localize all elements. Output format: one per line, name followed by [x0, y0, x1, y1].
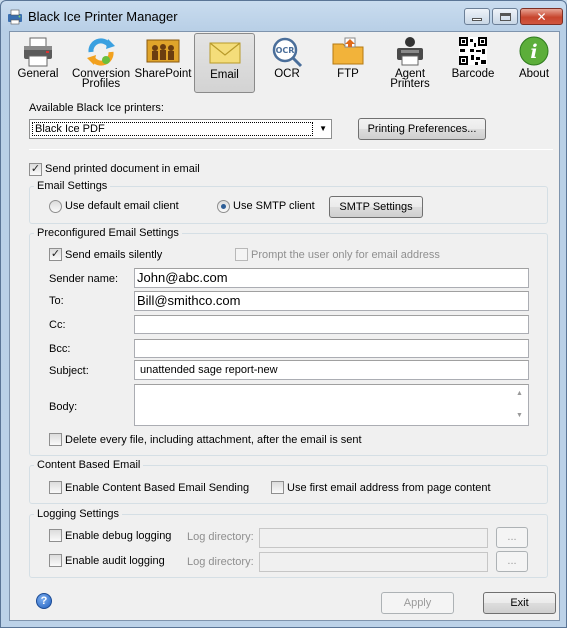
maximize-icon — [499, 12, 511, 21]
first-address-checkbox[interactable] — [271, 481, 284, 494]
svg-text:i: i — [530, 41, 537, 63]
printer-icon — [24, 37, 52, 67]
toolbar-barcode-label: Barcode — [451, 68, 495, 80]
cc-field[interactable] — [134, 315, 529, 334]
first-address-label: Use first email address from page conten… — [287, 482, 491, 494]
toolbar-ftp-label: FTP — [337, 68, 359, 80]
toolbar-general-label: General — [17, 68, 59, 80]
toolbar-conversion-label-2: Profiles — [81, 78, 121, 90]
logging-title: Logging Settings — [34, 508, 122, 520]
toolbar-email-label: Email — [210, 69, 239, 81]
window-title: Black Ice Printer Manager — [28, 9, 178, 24]
audit-log-dir-label: Log directory: — [187, 556, 254, 568]
title-bar[interactable]: Black Ice Printer Manager ✕ — [1, 1, 566, 31]
available-printers-label: Available Black Ice printers: — [29, 102, 164, 114]
audit-log-dir-field[interactable] — [259, 552, 488, 572]
audit-logging-checkbox[interactable] — [49, 554, 62, 567]
debug-logging-label: Enable debug logging — [65, 530, 172, 542]
bcc-field[interactable] — [134, 339, 529, 358]
conversion-arrows-icon — [87, 38, 115, 66]
body-textarea[interactable]: ▲ ▼ — [134, 384, 529, 426]
maximize-button[interactable] — [492, 8, 518, 25]
content-based-title: Content Based Email — [34, 459, 144, 471]
printing-preferences-button[interactable]: Printing Preferences... — [358, 118, 486, 140]
toolbar-email[interactable]: Email — [194, 33, 255, 93]
app-icon — [8, 9, 22, 25]
sender-label: Sender name: — [49, 273, 119, 285]
toolbar-agent-printers[interactable]: Agent Printers — [385, 33, 435, 93]
debug-log-dir-label: Log directory: — [187, 531, 254, 543]
body-scrollbar[interactable]: ▲ ▼ — [513, 386, 527, 424]
prompt-label: Prompt the user only for email address — [251, 249, 440, 261]
default-client-label: Use default email client — [65, 200, 179, 212]
content-based-checkbox[interactable] — [49, 481, 62, 494]
bcc-label: Bcc: — [49, 343, 71, 355]
toolbar-ftp[interactable]: FTP — [324, 33, 372, 93]
client-area: General Conversion Profiles SharePoint E… — [9, 31, 560, 621]
close-button[interactable]: ✕ — [520, 8, 563, 25]
caption-buttons: ✕ — [464, 8, 563, 25]
default-client-radio[interactable] — [49, 200, 62, 213]
send-email-checkbox[interactable]: ✓ — [29, 163, 42, 176]
toolbar-ocr[interactable]: OCR OCR — [265, 33, 309, 93]
send-email-label: Send printed document in email — [45, 163, 200, 175]
audit-logging-label: Enable audit logging — [65, 555, 165, 567]
debug-logging-checkbox[interactable] — [49, 529, 62, 542]
delete-files-label: Delete every file, including attachment,… — [65, 434, 362, 446]
toolbar-about-label: About — [518, 68, 550, 80]
minimize-icon — [472, 18, 482, 21]
ocr-icon: OCR — [272, 37, 303, 68]
prompt-checkbox[interactable] — [235, 248, 248, 261]
printer-manager-window: Black Ice Printer Manager ✕ General Conv… — [0, 0, 567, 628]
preconfigured-title: Preconfigured Email Settings — [34, 227, 182, 239]
printer-select[interactable]: Black Ice PDF ▼ — [29, 119, 332, 139]
toolbar-ocr-label: OCR — [274, 68, 300, 80]
toolbar-agent-label-2: Printers — [390, 78, 430, 90]
smtp-client-radio[interactable] — [217, 200, 230, 213]
qr-code-icon — [459, 37, 487, 65]
agent-printer-icon — [397, 37, 423, 66]
smtp-settings-button[interactable]: SMTP Settings — [329, 196, 423, 218]
to-label: To: — [49, 295, 64, 307]
subject-label: Subject: — [49, 365, 89, 377]
toolbar-sharepoint[interactable]: SharePoint — [134, 33, 192, 93]
body-label: Body: — [49, 401, 78, 413]
toolbar-about[interactable]: i About — [513, 33, 555, 93]
toolbar-sharepoint-label: SharePoint — [134, 68, 192, 80]
toolbar-barcode[interactable]: Barcode — [447, 33, 499, 93]
cc-label: Cc: — [49, 319, 66, 331]
sender-name-field[interactable]: John@abc.com — [134, 268, 529, 288]
email-settings-title: Email Settings — [34, 180, 111, 192]
content-based-label: Enable Content Based Email Sending — [65, 482, 250, 494]
send-silently-label: Send emails silently — [65, 249, 163, 261]
printer-select-value: Black Ice PDF — [32, 122, 313, 136]
minimize-button[interactable] — [464, 8, 490, 25]
debug-browse-button[interactable]: ... — [496, 527, 528, 548]
subject-field[interactable]: unattended sage report-new — [134, 360, 529, 380]
envelope-icon — [209, 42, 240, 64]
divider — [29, 149, 553, 150]
toolbar-general[interactable]: General — [16, 33, 60, 93]
exit-button[interactable]: Exit — [483, 592, 556, 614]
audit-browse-button[interactable]: ... — [496, 551, 528, 572]
to-field[interactable]: Bill@smithco.com — [134, 291, 529, 311]
toolbar-conversion-profiles[interactable]: Conversion Profiles — [72, 33, 130, 93]
help-icon[interactable]: ? — [36, 593, 52, 609]
send-silently-checkbox[interactable]: ✓ — [49, 248, 62, 261]
svg-text:OCR: OCR — [276, 46, 295, 55]
smtp-client-label: Use SMTP client — [233, 200, 315, 212]
toolbar: General Conversion Profiles SharePoint E… — [10, 32, 559, 94]
apply-button[interactable]: Apply — [381, 592, 454, 614]
chevron-down-icon: ▼ — [319, 124, 327, 133]
scroll-up-icon[interactable]: ▲ — [516, 386, 523, 402]
radio-selected-dot — [221, 204, 226, 209]
close-icon: ✕ — [536, 9, 547, 24]
debug-log-dir-field[interactable] — [259, 528, 488, 548]
ftp-folder-icon — [332, 37, 364, 65]
sharepoint-people-icon — [146, 39, 180, 63]
info-icon: i — [519, 36, 549, 66]
scroll-down-icon[interactable]: ▼ — [516, 408, 523, 424]
delete-files-checkbox[interactable] — [49, 433, 62, 446]
